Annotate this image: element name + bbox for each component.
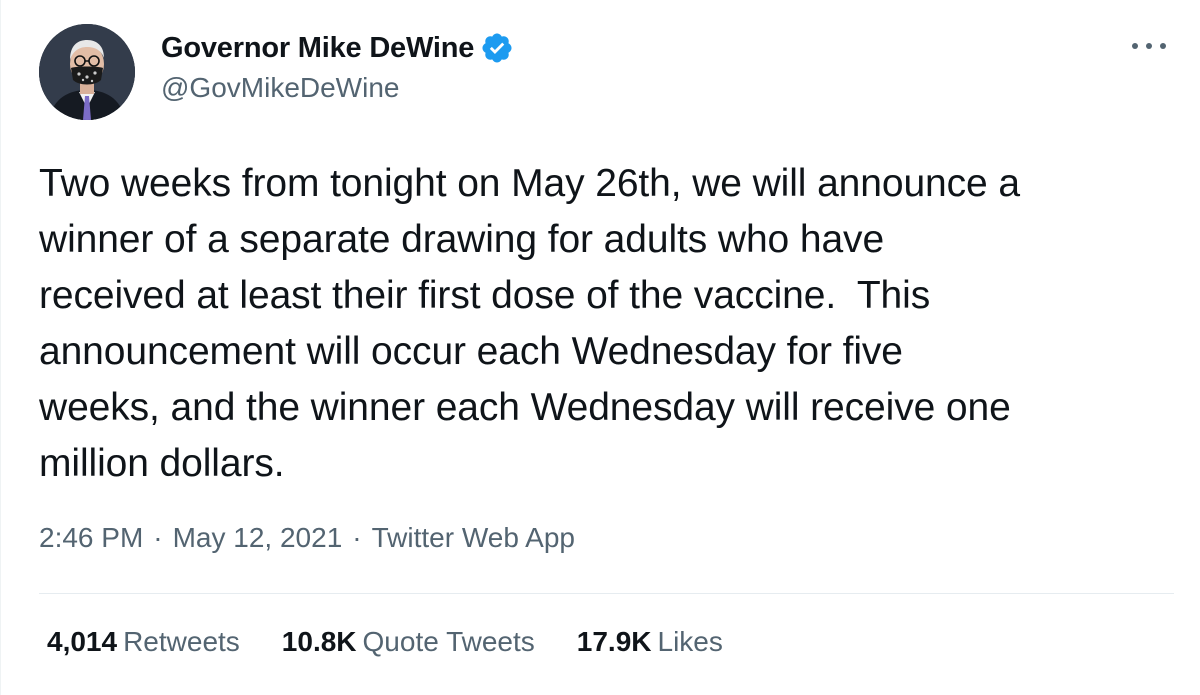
- author-display-name[interactable]: Governor Mike DeWine: [161, 32, 474, 65]
- tweet-metadata: 2:46 PM · May 12, 2021 · Twitter Web App: [39, 522, 575, 554]
- author-name-row: Governor Mike DeWine: [161, 28, 514, 68]
- likes-stat[interactable]: 17.9K Likes: [577, 626, 723, 658]
- author-handle[interactable]: @GovMikeDeWine: [161, 72, 514, 104]
- meta-separator: ·: [153, 522, 163, 553]
- tweet-date[interactable]: May 12, 2021: [173, 522, 343, 554]
- tweet-text: Two weeks from tonight on May 26th, we w…: [39, 162, 1020, 485]
- meta-separator: ·: [352, 522, 362, 553]
- quote-tweets-count: 10.8K: [281, 626, 357, 657]
- more-dot: [1146, 43, 1152, 49]
- engagement-stats: 4,014 Retweets 10.8K Quote Tweets 17.9K Lik…: [47, 626, 765, 658]
- likes-label: Likes: [657, 626, 723, 657]
- tweet-time[interactable]: 2:46 PM: [39, 522, 143, 554]
- author-block: Governor Mike DeWine @GovMikeDeWine: [161, 28, 514, 104]
- avatar-image: [39, 24, 135, 120]
- more-dot: [1160, 43, 1166, 49]
- divider: [39, 593, 1174, 594]
- verified-badge-icon: [480, 31, 514, 65]
- likes-count: 17.9K: [576, 626, 652, 657]
- quote-tweets-stat[interactable]: 10.8K Quote Tweets: [282, 626, 535, 658]
- tweet-source-link[interactable]: Twitter Web App: [372, 522, 575, 554]
- tweet-card: Governor Mike DeWine @GovMikeDeWine Two …: [0, 0, 1200, 695]
- retweets-count: 4,014: [47, 626, 118, 657]
- quote-tweets-label: Quote Tweets: [362, 626, 535, 657]
- avatar[interactable]: [39, 24, 135, 120]
- retweets-label: Retweets: [123, 626, 240, 657]
- more-horizontal-icon[interactable]: [1132, 36, 1166, 56]
- more-dot: [1132, 43, 1138, 49]
- retweets-stat[interactable]: 4,014 Retweets: [47, 626, 240, 658]
